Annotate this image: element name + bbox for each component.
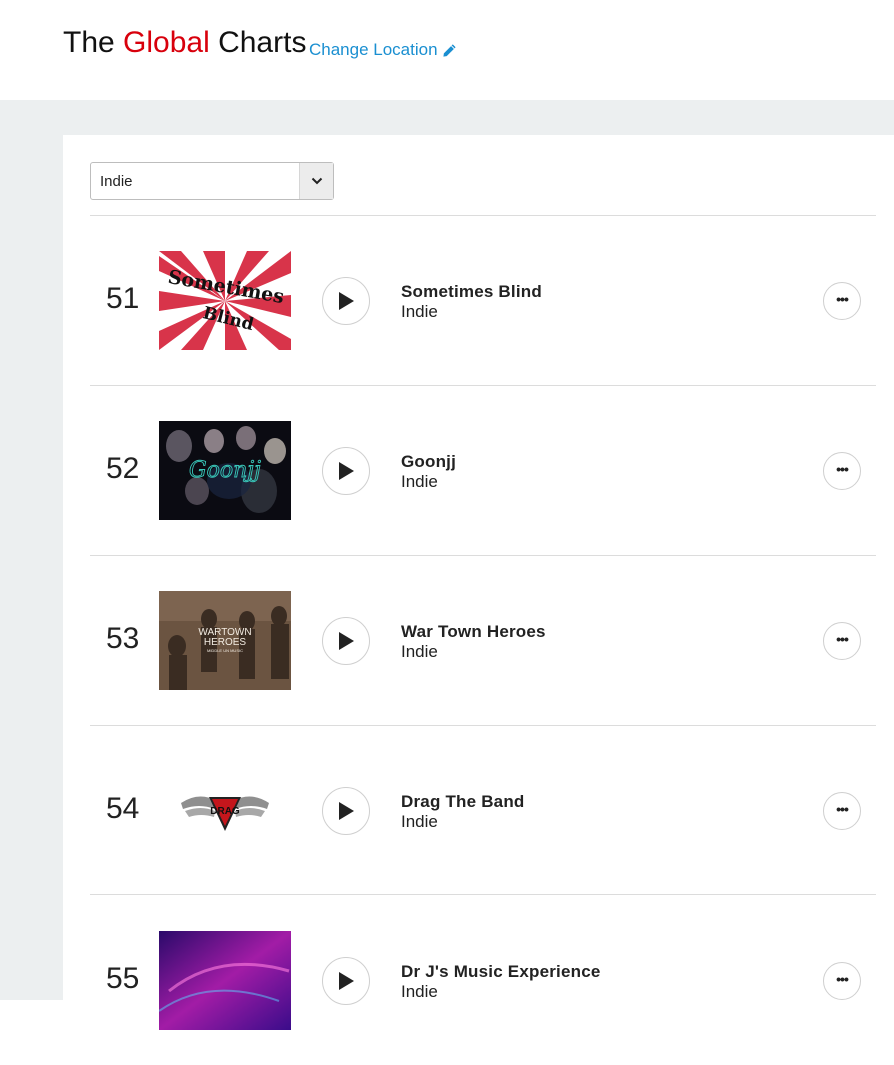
album-art[interactable]: DRAG [159,761,291,860]
song-genre: Indie [401,642,438,661]
song-title[interactable]: Dr J's Music Experience [401,962,601,982]
genre-select-value: Indie [100,173,133,190]
play-button[interactable] [322,447,370,495]
genre-select[interactable]: Indie [90,162,334,200]
pencil-icon [442,43,456,57]
chart-row: 55 Dr J's Music Experience Indie ••• [90,896,876,1065]
more-options-button[interactable]: ••• [823,962,861,1000]
more-options-button[interactable]: ••• [823,282,861,320]
chart-rank: 51 [106,282,140,315]
chart-row: 52 Goonjj Goonjj Indie ••• [90,386,876,555]
song-genre: Indie [401,302,438,321]
title-text-prefix: The [63,26,124,59]
more-options-icon: ••• [836,460,849,477]
divider [90,894,876,895]
song-title[interactable]: Goonjj [401,452,456,472]
change-location-link[interactable]: Change Location [309,40,457,60]
song-genre: Indie [401,472,438,491]
chevron-down-icon [311,177,322,185]
play-icon [339,462,354,480]
more-options-button[interactable]: ••• [823,792,861,830]
play-button[interactable] [322,787,370,835]
album-art-text: Goonjj [189,458,261,483]
play-icon [339,972,354,990]
song-genre: Indie [401,812,438,831]
chart-rank: 54 [106,792,140,825]
album-art-text: DRAG [210,806,240,817]
chart-row: 54 DRAG Drag The Band Indie ••• [90,726,876,895]
more-options-icon: ••• [836,800,849,817]
album-art-text: HEROES [204,637,247,648]
album-art[interactable]: Sometimes Blind [159,251,291,350]
genre-select-toggle[interactable] [299,163,333,199]
page-title: The Global Charts [63,26,306,60]
album-art[interactable] [159,931,291,1030]
chart-row: 51 Sometimes Blind Sometimes Blind Indie… [90,216,876,385]
song-genre: Indie [401,982,438,1001]
title-text-accent: Global [123,26,210,59]
play-icon [339,802,354,820]
song-title[interactable]: Sometimes Blind [401,282,542,302]
play-button[interactable] [322,277,370,325]
play-button[interactable] [322,617,370,665]
change-location-label: Change Location [309,40,438,59]
chart-panel: Indie 51 Sometimes Blind Sometimes Blind… [63,135,894,1030]
chart-rank: 53 [106,622,140,655]
more-options-button[interactable]: ••• [823,622,861,660]
more-options-button[interactable]: ••• [823,452,861,490]
more-options-icon: ••• [836,290,849,307]
album-art[interactable]: WARTOWN HEROES MIDDLE UN MUSIC [159,591,291,690]
chart-row: 53 WARTOWN HEROES MIDDLE UN MUSIC War To… [90,556,876,725]
chart-rank: 55 [106,962,140,995]
album-art[interactable]: Goonjj [159,421,291,520]
title-text-suffix: Charts [209,26,307,59]
more-options-icon: ••• [836,970,849,987]
album-art-text: MIDDLE UN MUSIC [207,648,243,653]
page-header: The Global Charts Change Location [0,0,894,100]
chart-rank: 52 [106,452,140,485]
play-button[interactable] [322,957,370,1005]
song-title[interactable]: Drag The Band [401,792,525,812]
play-icon [339,632,354,650]
song-title[interactable]: War Town Heroes [401,622,546,642]
more-options-icon: ••• [836,630,849,647]
play-icon [339,292,354,310]
